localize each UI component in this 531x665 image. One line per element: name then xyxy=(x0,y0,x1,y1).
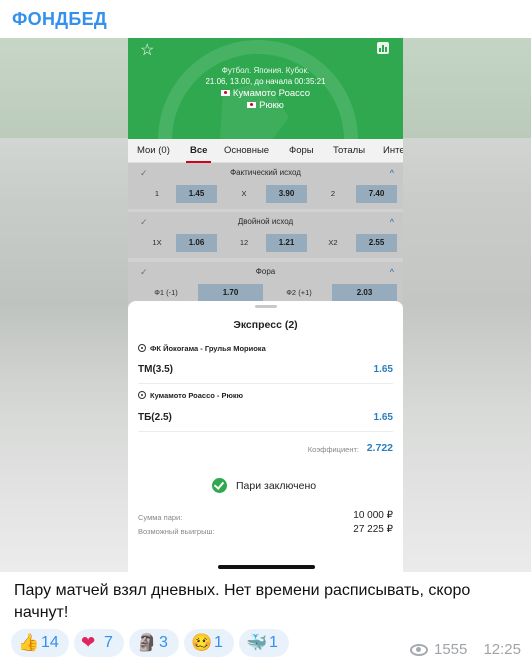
stats-icon[interactable] xyxy=(377,42,389,54)
divider xyxy=(138,383,393,384)
moai-icon: 🗿 xyxy=(136,633,158,652)
blurred-background-left xyxy=(0,38,128,572)
bet-odd: 1.65 xyxy=(373,364,393,375)
reaction-whale[interactable]: 🐳 1 xyxy=(239,629,289,657)
coefficient-value: 2.722 xyxy=(366,442,393,454)
betting-app-screenshot: ☆ Футбол. Япония. Кубок. 21.06, 13.00, д… xyxy=(128,38,403,572)
market-tabs: Мои (0) Все Основные Форы Тоталы Инте xyxy=(128,139,403,163)
tab-more[interactable]: Инте xyxy=(383,139,403,163)
stake-value: 10 000 ₽ xyxy=(353,510,393,521)
football-icon xyxy=(138,344,146,352)
bet-type: ТБ(2.5) xyxy=(138,412,172,423)
bet-type: ТМ(3.5) xyxy=(138,364,173,375)
tab-my[interactable]: Мои (0) xyxy=(137,139,170,163)
bet-event-name: ФК Йокогама - Грулья Мориока xyxy=(150,344,266,353)
view-count: 1555 xyxy=(434,641,468,658)
reaction-woozy-face[interactable]: 🥴 1 xyxy=(184,629,234,657)
channel-name[interactable]: ФОНДБЕД xyxy=(12,9,107,30)
team-away: Рюкю xyxy=(128,100,403,111)
match-league: Футбол. Япония. Кубок. xyxy=(221,66,310,75)
reaction-count: 1 xyxy=(269,634,278,651)
flag-japan-icon xyxy=(220,90,230,97)
star-icon[interactable]: ☆ xyxy=(140,40,154,60)
reaction-thumbs-up[interactable]: 👍 14 xyxy=(11,629,69,657)
stake-label: Сумма пари: xyxy=(138,513,183,522)
match-header: ☆ Футбол. Япония. Кубок. 21.06, 13.00, д… xyxy=(128,38,403,139)
team-away-name: Рюкю xyxy=(259,100,284,111)
check-circle-icon xyxy=(212,478,227,493)
blurred-background-right xyxy=(403,38,531,572)
tab-handicaps[interactable]: Форы xyxy=(289,139,314,163)
reaction-count: 14 xyxy=(41,634,59,651)
express-title: Экспресс (2) xyxy=(233,319,298,331)
sheet-drag-handle[interactable] xyxy=(255,305,277,308)
tab-all[interactable]: Все xyxy=(185,139,212,163)
eye-icon xyxy=(410,644,428,656)
reaction-count: 3 xyxy=(159,634,168,651)
woozy-face-icon: 🥴 xyxy=(191,633,213,652)
tab-totals[interactable]: Тоталы xyxy=(333,139,365,163)
express-bet-sheet: Экспресс (2) ФК Йокогама - Грулья Мориок… xyxy=(128,301,403,572)
reaction-count: 7 xyxy=(104,634,113,651)
heart-icon: ❤ xyxy=(81,633,96,652)
bet-status: Пари заключено xyxy=(236,480,317,492)
potential-win-label: Возможный выигрыш: xyxy=(138,527,215,536)
home-indicator xyxy=(218,565,315,569)
whale-icon: 🐳 xyxy=(246,633,268,652)
football-icon xyxy=(138,391,146,399)
thumbs-up-icon: 👍 xyxy=(18,633,40,652)
post-image[interactable]: ☆ Футбол. Япония. Кубок. 21.06, 13.00, д… xyxy=(0,38,531,572)
flag-japan-icon xyxy=(247,102,257,109)
post-time: 12:25 xyxy=(483,641,521,658)
divider xyxy=(138,431,393,432)
tab-main[interactable]: Основные xyxy=(224,139,269,163)
post-caption: Пару матчей взял дневных. Нет времени ра… xyxy=(14,582,471,621)
team-home-name: Кумамото Роассо xyxy=(232,88,311,99)
potential-win-value: 27 225 ₽ xyxy=(353,524,393,535)
reaction-heart[interactable]: ❤ 7 xyxy=(74,629,124,657)
bet-event-name: Кумамото Роассо - Рюкю xyxy=(150,391,244,400)
coefficient-label: Коэффициент: xyxy=(307,445,359,454)
reaction-moai[interactable]: 🗿 3 xyxy=(129,629,179,657)
reaction-count: 1 xyxy=(214,634,223,651)
telegram-post: ФОНДБЕД ☆ Футбол. Япония. Кубок. 21.06, … xyxy=(0,0,531,665)
match-datetime: 21.06, 13.00, до начала 00:35:21 xyxy=(205,77,326,86)
team-home: Кумамото Роассо xyxy=(128,88,403,99)
bet-odd: 1.65 xyxy=(373,412,393,423)
